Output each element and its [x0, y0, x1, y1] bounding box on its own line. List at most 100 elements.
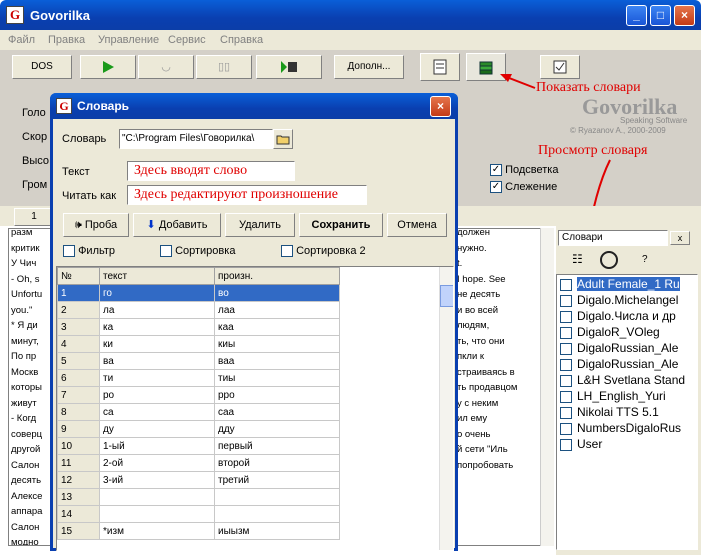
- dictionary-item-checkbox[interactable]: [560, 326, 572, 339]
- dictionary-item-checkbox[interactable]: [560, 358, 572, 371]
- column-text[interactable]: текст: [99, 267, 215, 285]
- text-line: ть продавцом: [457, 382, 518, 393]
- main-title: Govorilka: [30, 8, 90, 23]
- menu-file[interactable]: Файл: [8, 34, 35, 46]
- grid-scrollbar[interactable]: [439, 267, 453, 550]
- dos-button[interactable]: DOS: [12, 55, 72, 79]
- menu-bar: Файл Правка Управление Сервис Справка: [0, 30, 701, 50]
- folder-icon: [276, 135, 290, 145]
- menu-service[interactable]: Сервис: [168, 34, 206, 46]
- menu-control[interactable]: Управление: [98, 34, 159, 46]
- dictionary-item[interactable]: Nikolai TTS 5.1: [557, 405, 697, 421]
- text-line: Салон: [11, 521, 40, 533]
- dictionary-item[interactable]: DigaloRussian_Ale: [557, 341, 697, 357]
- dictionary-item-label: LH_English_Yuri: [577, 389, 666, 403]
- minimize-button[interactable]: _: [626, 5, 647, 26]
- dictionary-item-checkbox[interactable]: [560, 278, 572, 291]
- table-row[interactable]: 9 ду дду: [57, 420, 340, 438]
- row-text: *изм: [99, 522, 215, 540]
- dictionary-grid: № текст произн. 1 го во 2 ла лаа 3 ка каа 4 ки киы 5…: [56, 266, 454, 551]
- probe-button[interactable]: 🕪 Проба: [63, 213, 129, 237]
- table-row[interactable]: 11 2-ой второй: [57, 454, 340, 472]
- delete-button[interactable]: Удалить: [225, 213, 295, 237]
- text-line: аппара: [11, 506, 43, 517]
- sort2-checkbox[interactable]: [281, 245, 293, 258]
- editor-scrollbar[interactable]: [540, 228, 554, 546]
- dictionaries-list: Adult Female_1 Ru Digalo.Michelangel Digal…: [556, 274, 698, 550]
- row-text: ки: [99, 335, 215, 353]
- dictionary-item[interactable]: NumbersDigaloRus: [557, 421, 697, 437]
- table-row[interactable]: 5 ва ваа: [57, 352, 340, 370]
- dictionary-item-checkbox[interactable]: [560, 310, 572, 323]
- sort-checkbox[interactable]: [160, 245, 172, 258]
- column-number[interactable]: №: [57, 267, 100, 285]
- table-row[interactable]: 15 *изм иыызм: [57, 522, 340, 540]
- filter-option[interactable]: Фильтр: [63, 245, 115, 258]
- play-icon: [103, 61, 114, 73]
- row-pronunciation: каа: [214, 318, 340, 336]
- table-row[interactable]: 1 го во: [57, 284, 340, 302]
- dictionary-item[interactable]: DigaloRussian_Ale: [557, 357, 697, 373]
- dictionary-item-checkbox[interactable]: [560, 342, 572, 355]
- dictionary-item-checkbox[interactable]: [560, 294, 572, 307]
- sort-option[interactable]: Сортировка: [160, 245, 235, 258]
- table-row[interactable]: 10 1-ый первый: [57, 437, 340, 455]
- dictionary-item[interactable]: L&H Svetlana Stand: [557, 373, 697, 389]
- add-button[interactable]: ⬇ Добавить: [133, 213, 221, 237]
- row-pronunciation: первый: [214, 437, 340, 455]
- dictionary-item-checkbox[interactable]: [560, 438, 572, 451]
- column-pronunciation[interactable]: произн.: [214, 267, 340, 285]
- dictionary-item[interactable]: Adult Female_1 Ru: [557, 277, 697, 293]
- menu-edit[interactable]: Правка: [48, 34, 85, 46]
- menu-help[interactable]: Справка: [220, 34, 263, 46]
- maximize-button[interactable]: □: [650, 5, 671, 26]
- cancel-button[interactable]: Отмена: [387, 213, 447, 237]
- dictionary-item[interactable]: LH_English_Yuri: [557, 389, 697, 405]
- table-row[interactable]: 8 са саа: [57, 403, 340, 421]
- list-view-icon[interactable]: ☷: [572, 252, 583, 266]
- table-row[interactable]: 12 3-ий третий: [57, 471, 340, 489]
- save-button[interactable]: Сохранить: [299, 213, 383, 237]
- row-number: 10: [57, 437, 100, 455]
- play-button[interactable]: [80, 55, 136, 79]
- dictionary-item-checkbox[interactable]: [560, 406, 572, 419]
- table-row[interactable]: 13: [57, 488, 340, 506]
- table-row[interactable]: 2 ла лаа: [57, 301, 340, 319]
- dictionary-item-checkbox[interactable]: [560, 374, 572, 387]
- pause-button[interactable]: ◡: [138, 55, 194, 79]
- row-text: ро: [99, 386, 215, 404]
- sort2-option[interactable]: Сортировка 2: [281, 245, 366, 258]
- table-row[interactable]: 4 ки киы: [57, 335, 340, 353]
- dictionary-path-field[interactable]: "C:\Program Files\Говорилка\: [119, 129, 273, 149]
- row-pronunciation: [214, 505, 340, 523]
- dictionary-item[interactable]: User: [557, 437, 697, 453]
- dictionary-item[interactable]: Digalo.Числа и др: [557, 309, 697, 325]
- text-line: ть, что они: [457, 335, 505, 347]
- browse-button[interactable]: [273, 129, 293, 149]
- table-row[interactable]: 14: [57, 505, 340, 523]
- save-audio-button[interactable]: [256, 55, 322, 79]
- filter-checkbox[interactable]: [63, 245, 75, 258]
- stop-button[interactable]: ▯▯: [196, 55, 252, 79]
- table-row[interactable]: 6 ти тиы: [57, 369, 340, 387]
- dictionary-item[interactable]: Digalo.Michelangel: [557, 293, 697, 309]
- dictionary-item-checkbox[interactable]: [560, 390, 572, 403]
- row-text: ду: [99, 420, 215, 438]
- dictionaries-close-button[interactable]: x: [670, 231, 690, 245]
- edit-doc-button[interactable]: [420, 53, 460, 81]
- row-number: 9: [57, 420, 100, 438]
- grid-scroll-thumb[interactable]: [440, 285, 453, 307]
- slider-label-voice: Голо: [22, 107, 46, 119]
- dictionary-item[interactable]: DigaloR_VOleg: [557, 325, 697, 341]
- table-row[interactable]: 3 ка каа: [57, 318, 340, 336]
- close-button[interactable]: ×: [674, 5, 695, 26]
- more-button[interactable]: Дополн...: [334, 55, 404, 79]
- dialog-close-button[interactable]: ×: [430, 96, 451, 117]
- text-line: По пр: [11, 351, 37, 362]
- dictionary-item-label: Digalo.Michelangel: [577, 293, 679, 307]
- help-icon[interactable]: ?: [642, 254, 648, 265]
- table-row[interactable]: 7 ро рро: [57, 386, 340, 404]
- dictionary-item-checkbox[interactable]: [560, 422, 572, 435]
- view-dictionary-button[interactable]: [600, 251, 618, 269]
- tab-1[interactable]: 1: [14, 208, 54, 226]
